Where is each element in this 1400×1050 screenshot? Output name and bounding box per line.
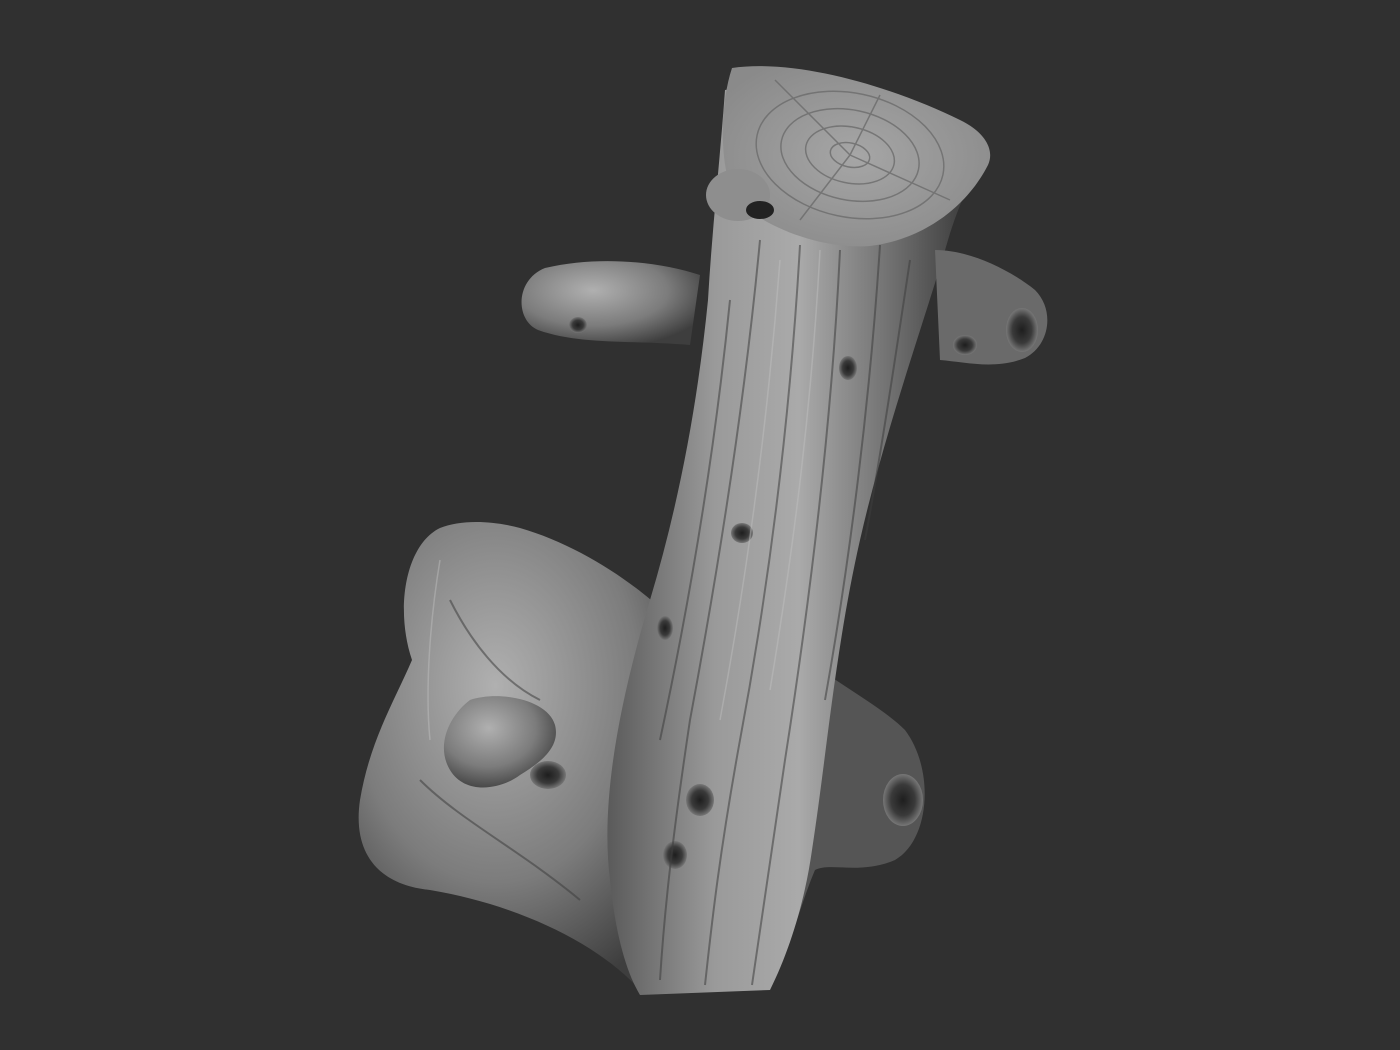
branch-stub-hollow-right xyxy=(1006,308,1038,352)
root-knot-lower-left-hole xyxy=(530,761,566,789)
branch-stub-upper-left xyxy=(521,261,700,345)
knot-lower-right xyxy=(883,774,923,826)
render-viewport xyxy=(0,0,1400,1050)
tree-stump-render xyxy=(358,66,1048,995)
knot-top-left-hole xyxy=(746,201,774,219)
